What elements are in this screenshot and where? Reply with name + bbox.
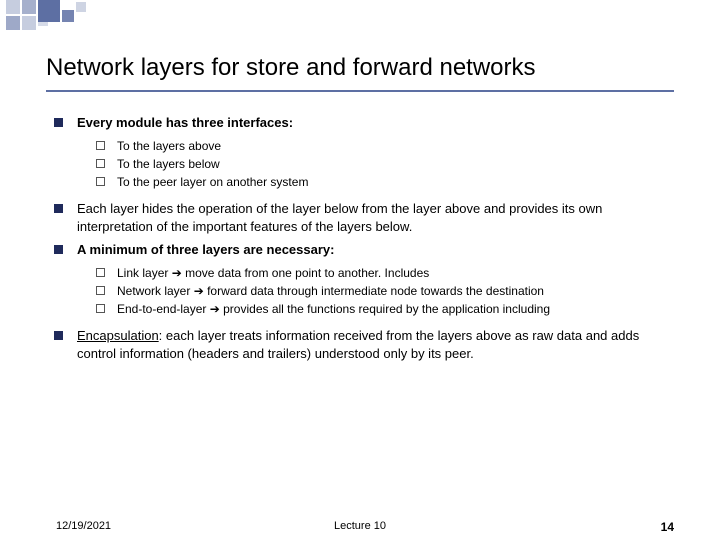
square-bullet-icon xyxy=(54,245,63,254)
sub-bullet-item: To the layers above xyxy=(46,138,674,154)
arrow-icon: ➔ xyxy=(194,284,204,298)
slide-title: Network layers for store and forward net… xyxy=(46,54,674,92)
sub-bullet-text: To the layers above xyxy=(117,138,674,154)
square-bullet-icon xyxy=(54,204,63,213)
bullet-text: A minimum of three layers are necessary: xyxy=(77,241,674,259)
sub-bullet-text: To the layers below xyxy=(117,156,674,172)
hollow-square-icon xyxy=(96,159,105,168)
arrow-icon: ➔ xyxy=(210,302,220,316)
sub-bullet-item: End-to-end-layer ➔ provides all the func… xyxy=(46,301,674,317)
bullet-text: Encapsulation: each layer treats informa… xyxy=(77,327,674,362)
bullet-text: Every module has three interfaces: xyxy=(77,114,674,132)
bullet-item: Encapsulation: each layer treats informa… xyxy=(46,327,674,362)
sub-bullet-item: Network layer ➔ forward data through int… xyxy=(46,283,674,299)
corner-decoration xyxy=(0,0,120,40)
sub-bullet-text: End-to-end-layer ➔ provides all the func… xyxy=(117,301,674,317)
hollow-square-icon xyxy=(96,177,105,186)
hollow-square-icon xyxy=(96,268,105,277)
sub-bullet-text: To the peer layer on another system xyxy=(117,174,674,190)
arrow-icon: ➔ xyxy=(172,266,182,280)
hollow-square-icon xyxy=(96,286,105,295)
slide-content: Every module has three interfaces: To th… xyxy=(46,114,674,362)
sub-bullet-text: Link layer ➔ move data from one point to… xyxy=(117,265,674,281)
bullet-item: Every module has three interfaces: xyxy=(46,114,674,132)
footer-page-number: 14 xyxy=(661,520,674,534)
sub-bullet-item: To the layers below xyxy=(46,156,674,172)
footer-lecture: Lecture 10 xyxy=(0,520,720,532)
sub-bullet-item: Link layer ➔ move data from one point to… xyxy=(46,265,674,281)
hollow-square-icon xyxy=(96,304,105,313)
square-bullet-icon xyxy=(54,331,63,340)
hollow-square-icon xyxy=(96,141,105,150)
bullet-text: Each layer hides the operation of the la… xyxy=(77,200,674,235)
sub-bullet-item: To the peer layer on another system xyxy=(46,174,674,190)
bullet-item: A minimum of three layers are necessary: xyxy=(46,241,674,259)
bullet-item: Each layer hides the operation of the la… xyxy=(46,200,674,235)
sub-bullet-text: Network layer ➔ forward data through int… xyxy=(117,283,674,299)
square-bullet-icon xyxy=(54,118,63,127)
